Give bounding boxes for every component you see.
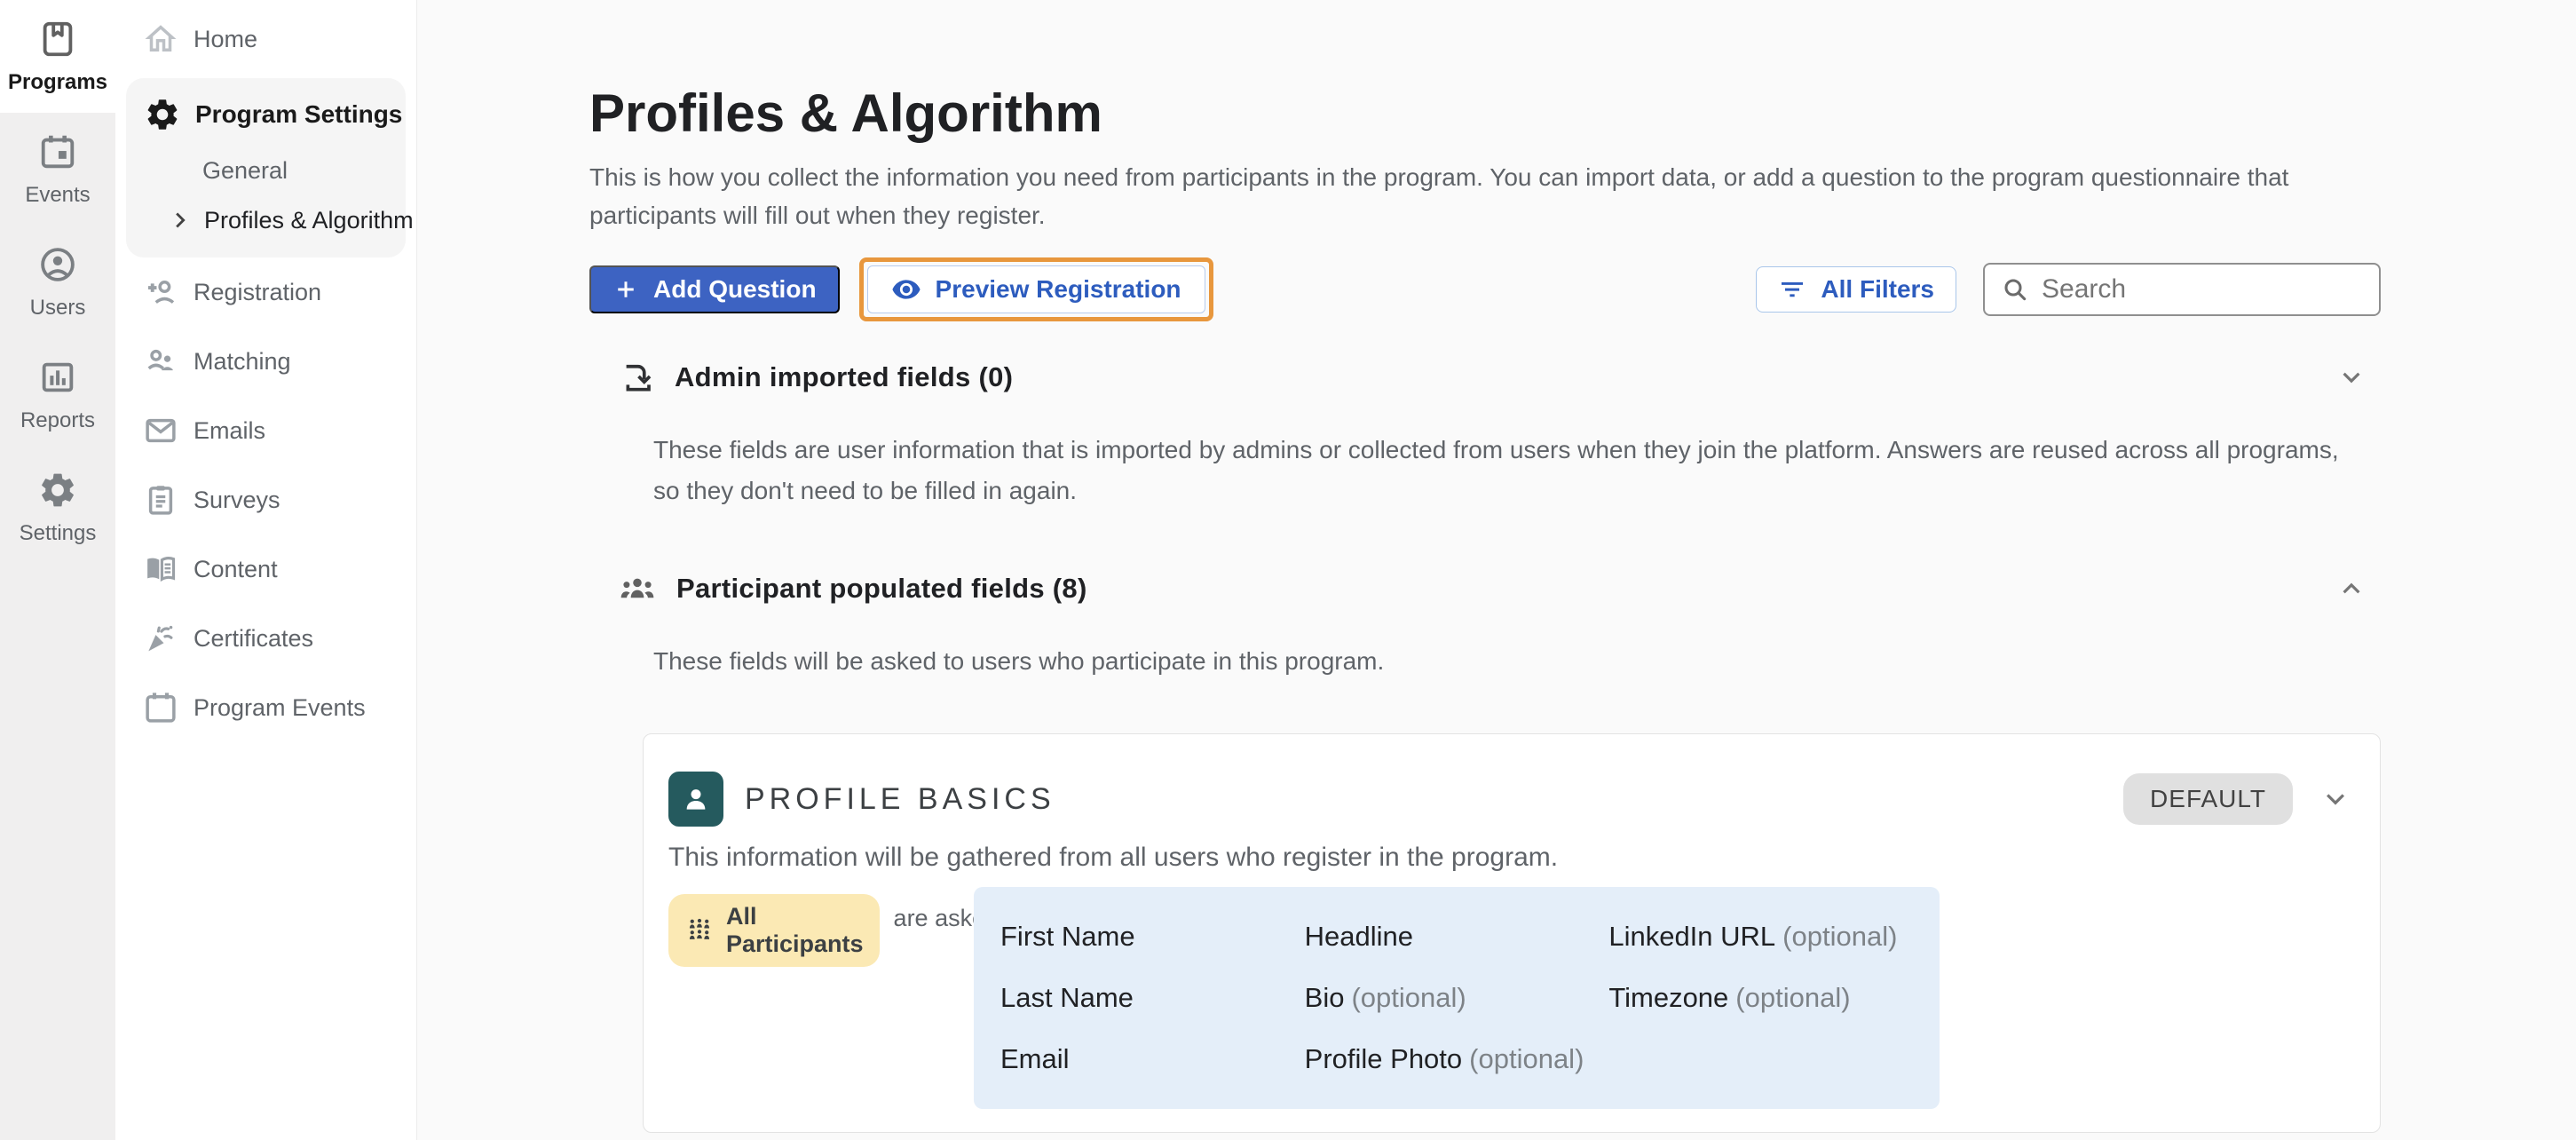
profile-person-icon bbox=[668, 772, 723, 827]
mail-icon bbox=[142, 412, 179, 449]
people-icon bbox=[142, 343, 179, 380]
sidebar-item-label: Surveys bbox=[194, 487, 281, 514]
page-title: Profiles & Algorithm bbox=[589, 85, 2381, 142]
rail-item-events[interactable]: Events bbox=[0, 113, 115, 226]
preview-registration-button[interactable]: Preview Registration bbox=[867, 265, 1205, 313]
home-icon bbox=[142, 20, 179, 58]
all-participants-chip[interactable]: All Participants bbox=[668, 894, 880, 967]
toolbar: Add Question Preview Registration bbox=[589, 257, 2381, 321]
rail-item-settings[interactable]: Settings bbox=[0, 451, 115, 564]
card-description: This information will be gathered from a… bbox=[668, 843, 2353, 873]
sidebar-item-label: General bbox=[202, 157, 288, 185]
chevron-up-icon[interactable] bbox=[2335, 572, 2368, 606]
programs-book-icon bbox=[37, 19, 78, 59]
calendar-icon bbox=[37, 131, 78, 172]
sidebar-item-label: Home bbox=[194, 26, 257, 53]
groups-icon bbox=[618, 569, 657, 608]
search-input[interactable] bbox=[2042, 274, 2363, 305]
audience-row: All Participants are asked: bbox=[668, 887, 974, 967]
field-item: Last Name bbox=[1000, 982, 1305, 1014]
add-question-button[interactable]: Add Question bbox=[589, 265, 840, 313]
clipboard-icon bbox=[142, 481, 179, 519]
sidebar-item-label: Matching bbox=[194, 348, 291, 376]
sidebar-list: Registration Matching Emails Surveys Con… bbox=[115, 257, 416, 742]
profile-basics-card: PROFILE BASICS DEFAULT This information … bbox=[643, 733, 2381, 1133]
user-circle-icon bbox=[37, 244, 78, 285]
card-title: PROFILE BASICS bbox=[745, 782, 1055, 817]
calendar-outline-icon bbox=[142, 689, 179, 726]
search-box bbox=[1983, 263, 2381, 316]
preview-registration-label: Preview Registration bbox=[936, 275, 1181, 304]
open-book-icon bbox=[142, 550, 179, 588]
page-description: This is how you collect the information … bbox=[589, 158, 2381, 234]
default-badge[interactable]: DEFAULT bbox=[2123, 773, 2293, 825]
field-item: Profile Photo(optional) bbox=[1305, 1043, 1609, 1075]
sidebar-item-label: Registration bbox=[194, 279, 321, 306]
main-content: Profiles & Algorithm This is how you col… bbox=[417, 0, 2576, 1140]
sidebar-item-emails[interactable]: Emails bbox=[115, 396, 416, 465]
sidebar-item-matching[interactable]: Matching bbox=[115, 327, 416, 396]
section-title: Participant populated fields (8) bbox=[676, 573, 1087, 605]
sidebar-item-label: Emails bbox=[194, 417, 265, 445]
field-item: Timezone(optional) bbox=[1608, 982, 1913, 1014]
sidebar-item-label: Content bbox=[194, 556, 278, 583]
field-item: LinkedIn URL(optional) bbox=[1608, 921, 1913, 953]
gear-icon bbox=[37, 470, 78, 511]
sidebar-item-content[interactable]: Content bbox=[115, 534, 416, 604]
preview-registration-highlight: Preview Registration bbox=[859, 257, 1213, 321]
field-item: Bio(optional) bbox=[1305, 982, 1609, 1014]
person-add-icon bbox=[142, 273, 179, 311]
chevron-down-icon[interactable] bbox=[2335, 360, 2368, 394]
rail-item-label: Settings bbox=[20, 521, 97, 546]
import-download-icon bbox=[618, 359, 655, 396]
admin-imported-fields-section: Admin imported fields (0) These fields a… bbox=[589, 357, 2381, 511]
participant-populated-fields-section: Participant populated fields (8) These f… bbox=[589, 568, 2381, 1133]
sidebar-item-label: Profiles & Algorithm bbox=[204, 207, 414, 234]
gear-icon bbox=[144, 96, 181, 133]
all-participants-label: All Participants bbox=[726, 903, 864, 958]
field-item: Headline bbox=[1305, 921, 1609, 953]
crowd-icon bbox=[684, 915, 715, 946]
all-filters-label: All Filters bbox=[1821, 275, 1934, 304]
section-title: Admin imported fields (0) bbox=[675, 361, 1013, 393]
plus-icon bbox=[612, 276, 639, 303]
filter-icon bbox=[1778, 275, 1806, 304]
rail-item-users[interactable]: Users bbox=[0, 226, 115, 338]
sidebar-subitem-profiles-algorithm[interactable]: Profiles & Algorithm bbox=[126, 195, 406, 245]
chevron-right-icon bbox=[165, 205, 195, 235]
sidebar-item-home[interactable]: Home bbox=[115, 0, 416, 78]
bar-chart-icon bbox=[37, 357, 78, 398]
sidebar-item-registration[interactable]: Registration bbox=[115, 257, 416, 327]
fields-panel: First Name Last Name Email Headline Bio(… bbox=[974, 887, 1940, 1109]
rail-item-programs[interactable]: Programs bbox=[0, 0, 115, 113]
section-description: These fields will be asked to users who … bbox=[589, 641, 2356, 682]
rail-item-reports[interactable]: Reports bbox=[0, 338, 115, 451]
field-item: First Name bbox=[1000, 921, 1305, 953]
rail-item-label: Reports bbox=[20, 408, 95, 433]
rail-item-label: Programs bbox=[8, 70, 107, 95]
program-settings-group: Program Settings General Profiles & Algo… bbox=[126, 78, 406, 257]
field-item: Email bbox=[1000, 1043, 1305, 1075]
sidebar-item-program-events[interactable]: Program Events bbox=[115, 673, 416, 742]
party-popper-icon bbox=[142, 620, 179, 657]
section-description: These fields are user information that i… bbox=[589, 430, 2356, 511]
sidebar-item-surveys[interactable]: Surveys bbox=[115, 465, 416, 534]
add-question-label: Add Question bbox=[653, 275, 817, 304]
chevron-down-icon[interactable] bbox=[2318, 781, 2353, 817]
sidebar-item-certificates[interactable]: Certificates bbox=[115, 604, 416, 673]
sidebar-subitem-general[interactable]: General bbox=[126, 146, 406, 195]
rail-item-label: Users bbox=[30, 296, 86, 321]
all-filters-button[interactable]: All Filters bbox=[1756, 266, 1956, 313]
sidebar-item-program-settings[interactable]: Program Settings bbox=[126, 83, 406, 146]
program-sidebar: Home Program Settings General Profiles &… bbox=[115, 0, 417, 1140]
search-icon bbox=[2001, 275, 2029, 304]
eye-icon bbox=[891, 274, 921, 305]
sidebar-item-label: Program Events bbox=[194, 694, 366, 722]
sidebar-item-label: Certificates bbox=[194, 625, 313, 653]
rail-item-label: Events bbox=[25, 183, 90, 208]
primary-nav-rail: Programs Events Users Reports Settings bbox=[0, 0, 115, 1140]
sidebar-item-label: Program Settings bbox=[195, 100, 402, 129]
